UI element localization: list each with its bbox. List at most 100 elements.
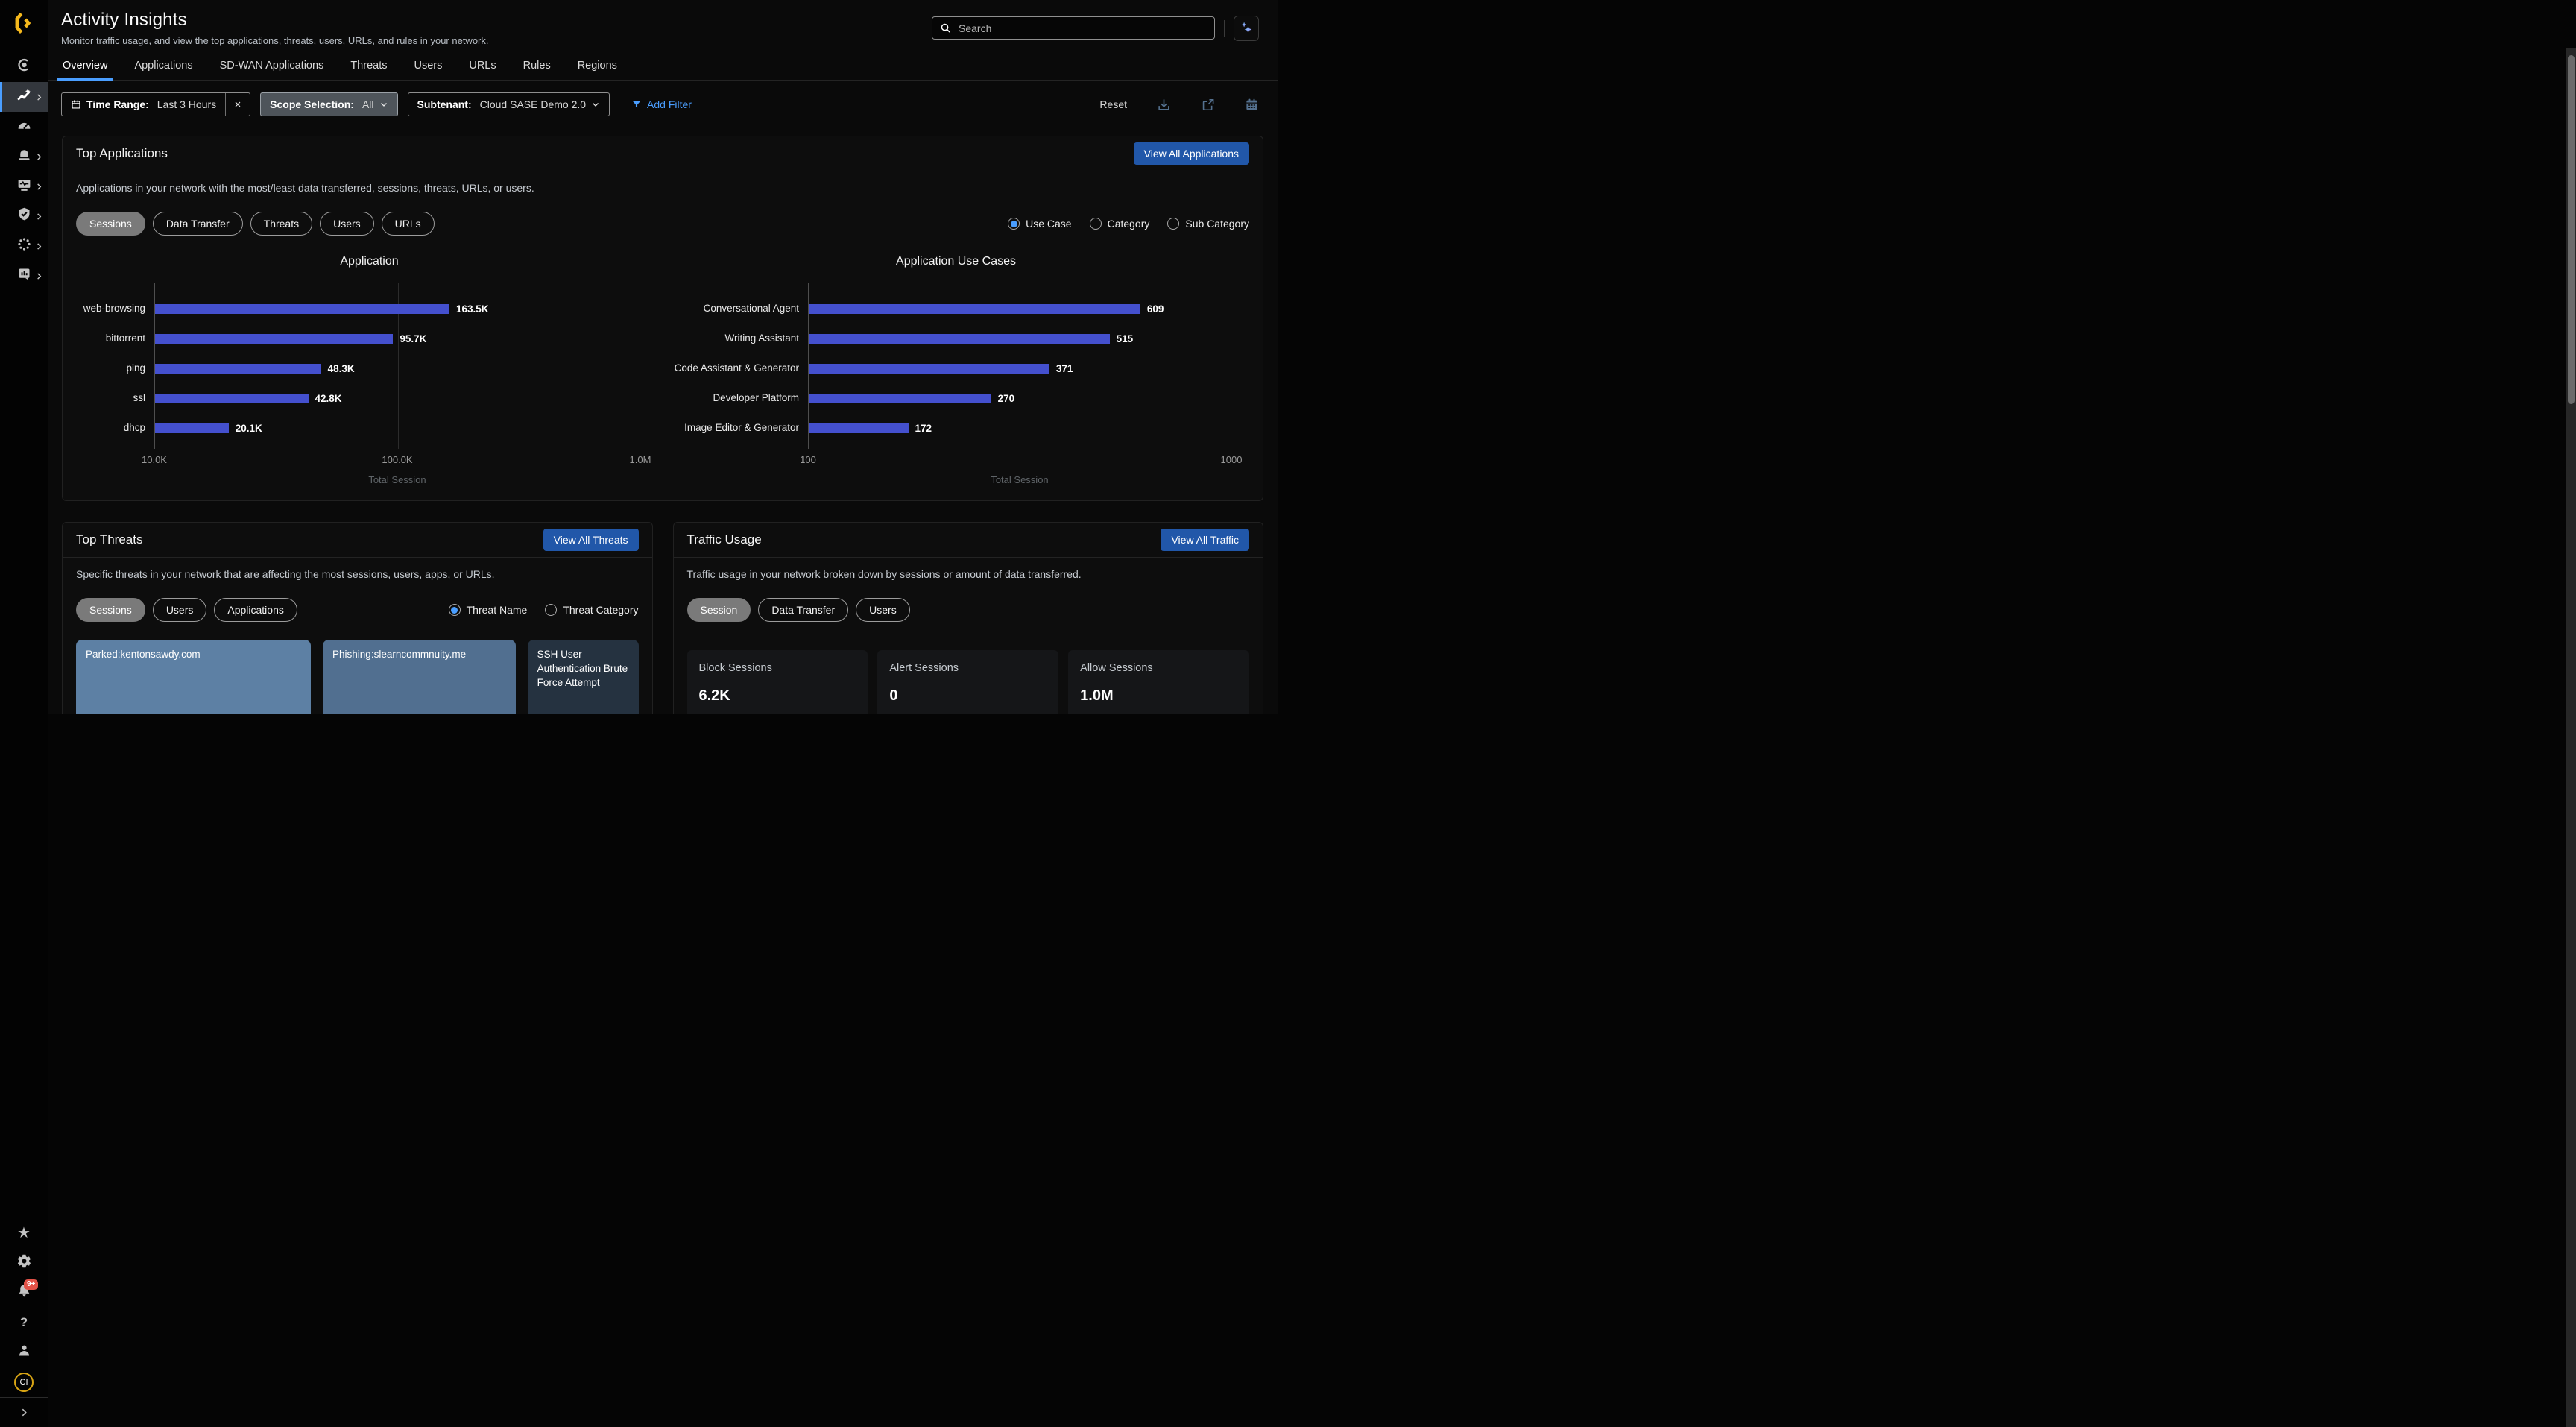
toggle-sessions[interactable]: Sessions (76, 598, 145, 622)
top-threats-radio-group: Threat Name Threat Category (449, 604, 639, 616)
sidebar-item-dotted-circle[interactable] (0, 231, 48, 261)
axis-tick-label: 100 (800, 454, 816, 465)
sidebar-item-bell[interactable]: 9+ (0, 1278, 48, 1308)
tab-rules[interactable]: Rules (522, 60, 552, 80)
sidebar-item-shield-check[interactable] (0, 201, 48, 231)
view-all-traffic-button[interactable]: View All Traffic (1161, 529, 1249, 551)
sidebar-item-alarm[interactable] (0, 142, 48, 171)
chevron-right-icon (35, 242, 43, 251)
calendar-icon[interactable] (1245, 98, 1259, 112)
toggle-sessions[interactable]: Sessions (76, 212, 145, 236)
tab-applications[interactable]: Applications (133, 60, 194, 80)
scrollbar-thumb[interactable] (2568, 55, 2575, 404)
company-logo[interactable] (0, 0, 48, 46)
bar-value-label: 270 (998, 393, 1015, 404)
sidebar-item-focus[interactable] (0, 52, 48, 82)
scrollbar-track[interactable] (2566, 48, 2576, 1427)
search-icon (940, 22, 951, 34)
search-input[interactable] (957, 22, 1207, 35)
radio-circle-icon (1008, 218, 1020, 230)
tab-users[interactable]: Users (412, 60, 443, 80)
chevron-right-icon (19, 1408, 29, 1417)
bar[interactable] (809, 394, 991, 403)
view-all-threats-button[interactable]: View All Threats (543, 529, 639, 551)
search-box[interactable] (932, 16, 1215, 40)
sidebar-item-help[interactable]: ? (0, 1308, 48, 1338)
bar-value-label: 371 (1056, 363, 1073, 374)
user-icon (16, 1343, 32, 1362)
toggle-urls[interactable]: URLs (382, 212, 435, 236)
palo-alto-logo-icon (13, 12, 35, 34)
chart-title: Application (76, 255, 663, 268)
radio-circle-icon (1167, 218, 1179, 230)
toggle-session[interactable]: Session (687, 598, 751, 622)
bar-row: 609 (809, 294, 1231, 324)
radio-category[interactable]: Category (1090, 218, 1150, 230)
sidebar-item-user[interactable] (0, 1338, 48, 1367)
bar[interactable] (155, 394, 309, 403)
category-label: Developer Platform (663, 383, 808, 413)
bar[interactable] (155, 304, 449, 314)
toggle-data-transfer[interactable]: Data Transfer (758, 598, 848, 622)
bar[interactable] (155, 334, 393, 344)
sidebar-item-gear[interactable] (0, 1248, 48, 1278)
tab-overview[interactable]: Overview (61, 60, 109, 80)
sidebar-item-dashboard-gauge[interactable] (0, 112, 48, 142)
stat-label: Alert Sessions (889, 662, 1046, 674)
treemap-card[interactable]: Parked:kentonsawdy.com (76, 640, 311, 714)
toggle-users[interactable]: Users (153, 598, 207, 622)
toggle-applications[interactable]: Applications (214, 598, 297, 622)
subtenant-filter[interactable]: Subtenant: Cloud SASE Demo 2.0 (408, 92, 610, 116)
radio-threat-category[interactable]: Threat Category (545, 604, 638, 616)
radio-use-case[interactable]: Use Case (1008, 218, 1071, 230)
chevron-down-icon (591, 100, 600, 109)
view-all-applications-button[interactable]: View All Applications (1134, 142, 1249, 165)
sidebar-item-activity-insights[interactable] (0, 82, 48, 112)
tab-bar: Overview Applications SD-WAN Application… (48, 53, 1278, 81)
chevron-right-icon (35, 212, 43, 221)
radio-threat-name[interactable]: Threat Name (449, 604, 528, 616)
toggle-data-transfer[interactable]: Data Transfer (153, 212, 243, 236)
bar[interactable] (155, 364, 321, 374)
top-applications-panel: Top Applications View All Applications A… (62, 136, 1263, 501)
sidebar-item-avatar[interactable]: CI (0, 1367, 48, 1397)
tab-threats[interactable]: Threats (349, 60, 388, 80)
bar-row: 48.3K (155, 353, 640, 383)
download-icon[interactable] (1157, 98, 1171, 112)
bar[interactable] (809, 364, 1049, 374)
bar[interactable] (809, 334, 1110, 344)
add-filter-button[interactable]: Add Filter (631, 98, 692, 110)
time-range-clear-button[interactable] (225, 93, 250, 116)
sidebar-item-star[interactable]: ★ (0, 1218, 48, 1248)
time-range-filter[interactable]: Time Range: Last 3 Hours (61, 92, 250, 116)
bar[interactable] (809, 304, 1140, 314)
toggle-users[interactable]: Users (320, 212, 374, 236)
export-icon[interactable] (1201, 98, 1215, 112)
bar-value-label: 95.7K (400, 333, 426, 344)
sidebar-expand-button[interactable] (0, 1397, 48, 1427)
bar-row: 515 (809, 324, 1231, 353)
toggle-threats[interactable]: Threats (250, 212, 312, 236)
category-label: ping (76, 353, 154, 383)
sidebar-item-reports[interactable] (0, 261, 48, 291)
sidebar-item-monitor-pulse[interactable] (0, 171, 48, 201)
stat-card-block-sessions: Block Sessions 6.2K (687, 650, 868, 714)
tab-sd-wan-applications[interactable]: SD-WAN Applications (218, 60, 326, 80)
radio-sub-category[interactable]: Sub Category (1167, 218, 1249, 230)
ai-copilot-button[interactable] (1234, 16, 1259, 41)
time-range-value: Last 3 Hours (157, 98, 216, 110)
category-label: Image Editor & Generator (663, 413, 808, 443)
threats-treemap: Parked:kentonsawdy.com Phishing:slearnco… (76, 640, 639, 714)
tab-urls[interactable]: URLs (467, 60, 497, 80)
treemap-card[interactable]: Phishing:slearncommnuity.me (323, 640, 516, 714)
bar[interactable] (155, 423, 229, 433)
scope-selection-filter[interactable]: Scope Selection: All (260, 92, 397, 116)
stat-label: Allow Sessions (1080, 662, 1237, 674)
treemap-card[interactable]: SSH User Authentication Brute Force Atte… (528, 640, 639, 714)
time-range-label: Time Range: (86, 98, 149, 110)
traffic-usage-toggle-group: Session Data Transfer Users (687, 598, 910, 622)
tab-regions[interactable]: Regions (576, 60, 619, 80)
reset-button[interactable]: Reset (1099, 98, 1127, 110)
toggle-users[interactable]: Users (856, 598, 910, 622)
bar[interactable] (809, 423, 909, 433)
